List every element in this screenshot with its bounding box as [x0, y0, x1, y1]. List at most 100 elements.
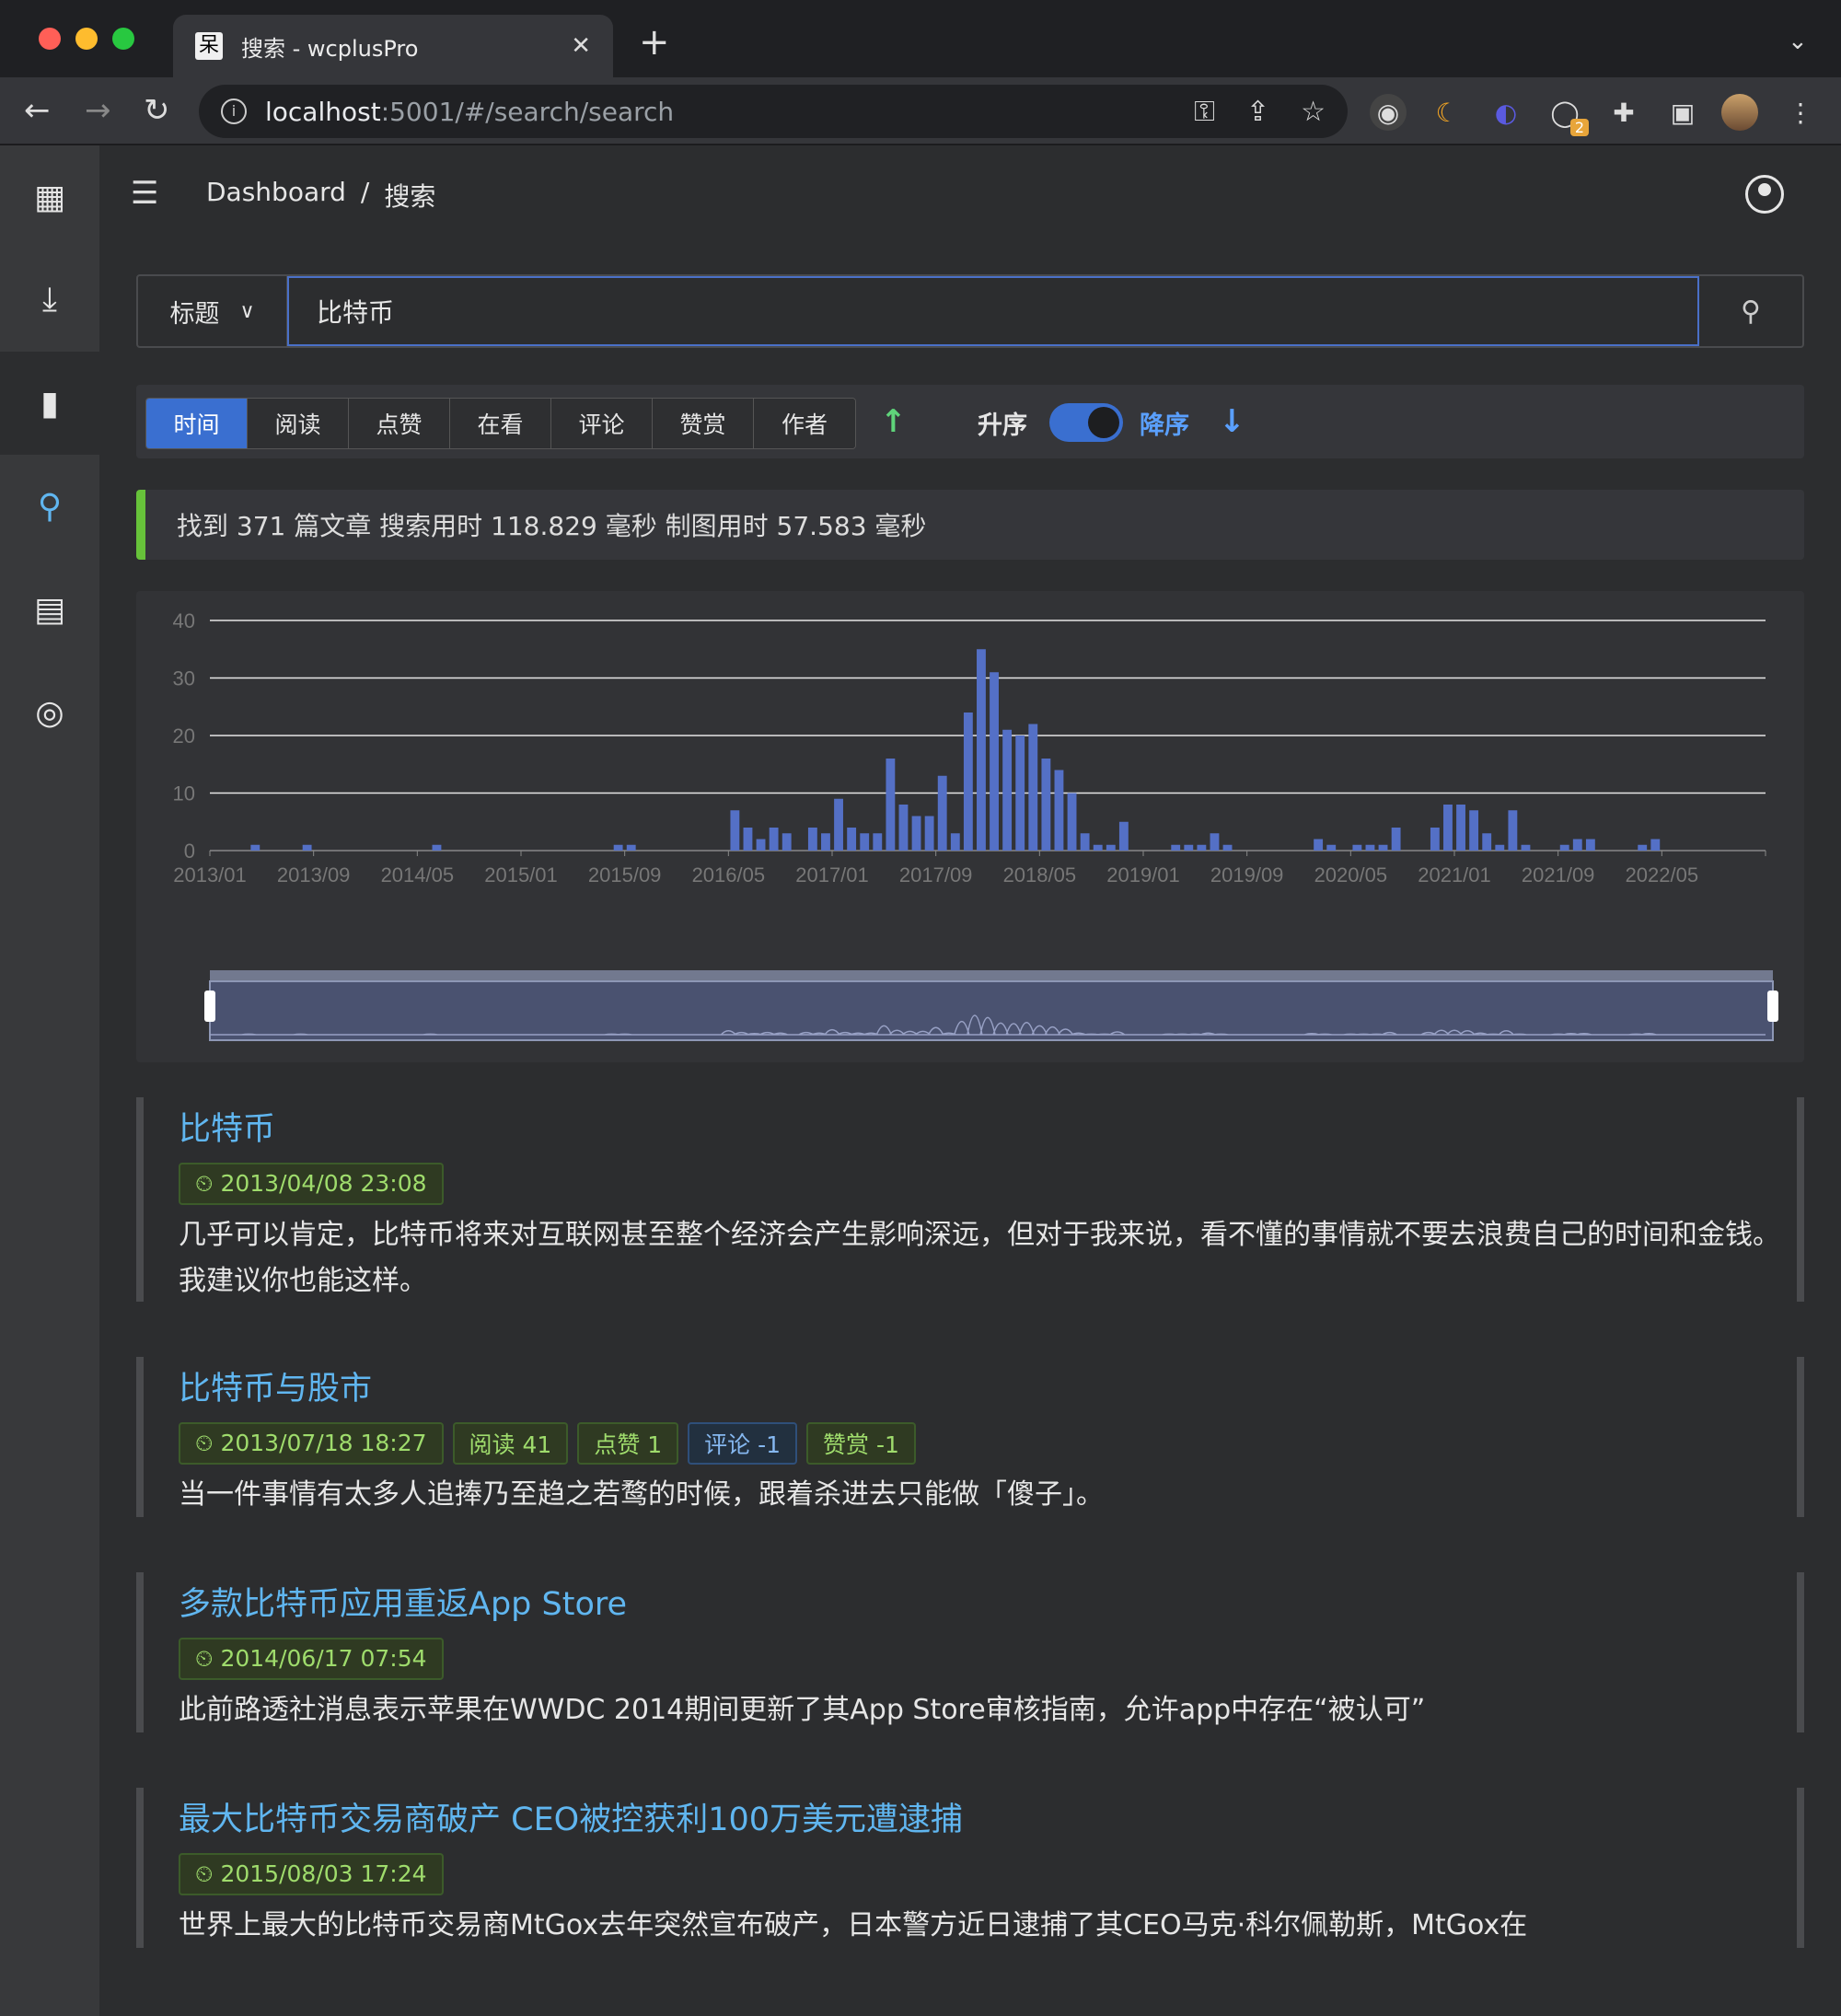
- sort-option-1[interactable]: 阅读: [248, 399, 349, 448]
- x-tick-label: 2021/09: [1522, 863, 1595, 886]
- chart-bar: [1495, 844, 1505, 851]
- menu-toggle-icon[interactable]: ☰: [131, 175, 158, 212]
- article-title[interactable]: 最大比特币交易商破产 CEO被控获利100万美元遭逮捕: [179, 1793, 1797, 1840]
- x-tick-label: 2015/09: [588, 863, 662, 886]
- stat-badge: 点赞 1: [577, 1422, 679, 1465]
- address-bar[interactable]: i localhost:5001/#/search/search ⚿ ⇪ ☆: [199, 85, 1348, 138]
- y-tick-label: 10: [173, 782, 195, 805]
- extension-spy-icon[interactable]: ◉: [1370, 94, 1407, 131]
- user-account-icon[interactable]: [1745, 175, 1784, 214]
- article-title[interactable]: 多款比特币应用重返App Store: [179, 1578, 1797, 1625]
- chart-bar: [782, 833, 792, 851]
- x-tick-label: 2019/09: [1210, 863, 1284, 886]
- url-text[interactable]: localhost:5001/#/search/search: [265, 97, 1163, 127]
- site-info-icon[interactable]: i: [221, 98, 247, 124]
- search-icon: ⚲: [37, 487, 63, 526]
- extension-badge: 2: [1569, 119, 1589, 136]
- bookmark-star-icon[interactable]: ☆: [1301, 96, 1326, 128]
- zoom-handle-left[interactable]: [204, 991, 215, 1022]
- chart-bar: [911, 816, 921, 851]
- zoom-handle-right[interactable]: [1767, 991, 1778, 1022]
- sidebar-item-search[interactable]: ⚲: [0, 455, 99, 558]
- article-tags: ⏲ 2014/06/17 07:54: [179, 1638, 1797, 1680]
- sort-order-toggle[interactable]: [1049, 403, 1123, 442]
- sidebar-item-download[interactable]: ⤓: [0, 249, 99, 352]
- breadcrumb: Dashboard / 搜索: [206, 177, 435, 214]
- chart-bar: [924, 816, 934, 851]
- chart-bar: [769, 828, 779, 851]
- sort-option-4[interactable]: 评论: [551, 399, 653, 448]
- article-card: 比特币 ⏲ 2013/04/08 23:08 几乎可以肯定，比特币将来对互联网甚至整…: [136, 1097, 1804, 1302]
- chart-bar: [756, 839, 766, 851]
- lifebuoy-icon: ◎: [35, 693, 64, 732]
- chart-bar: [898, 805, 909, 851]
- chart-bar: [1572, 839, 1582, 851]
- minimize-window-button[interactable]: [75, 28, 98, 50]
- sort-option-3[interactable]: 在看: [450, 399, 551, 448]
- x-tick-label: 2014/05: [381, 863, 455, 886]
- extension-circle-icon[interactable]: ◯ 2: [1546, 94, 1589, 136]
- chart-bar: [302, 844, 312, 851]
- article-title[interactable]: 比特币与股市: [179, 1362, 1797, 1409]
- article-card: 最大比特币交易商破产 CEO被控获利100万美元遭逮捕 ⏲ 2015/08/03 …: [136, 1788, 1804, 1948]
- sort-option-6[interactable]: 作者: [754, 399, 855, 448]
- x-tick-label: 2016/05: [692, 863, 766, 886]
- sort-option-5[interactable]: 赞赏: [653, 399, 754, 448]
- article-summary: 世界上最大的比特币交易商MtGox去年突然宣布破产，日本警方近日逮捕了其CEO马…: [179, 1909, 1528, 1941]
- chart-bar: [1365, 844, 1375, 851]
- chart-bar: [886, 759, 896, 851]
- x-tick-label: 2017/01: [795, 863, 869, 886]
- chart-bar: [1585, 839, 1595, 851]
- x-tick-label: 2018/05: [1003, 863, 1077, 886]
- chart-bar: [860, 833, 870, 851]
- sidebar-item-clipboard[interactable]: ▤: [0, 558, 99, 661]
- extensions-puzzle-icon[interactable]: ✚: [1605, 94, 1642, 131]
- article-card: 比特币与股市 ⏲ 2013/07/18 18:27 阅读 41 点赞 1 评论 -1 赞赏…: [136, 1357, 1804, 1517]
- search-button[interactable]: ⚲: [1699, 276, 1802, 346]
- tab-close-icon[interactable]: ✕: [571, 32, 591, 60]
- chart-bar: [1093, 844, 1103, 851]
- sidebar-item-dashboard[interactable]: ▦: [0, 145, 99, 249]
- profile-avatar[interactable]: [1721, 94, 1758, 131]
- chart-bar: [1326, 844, 1337, 851]
- chart-bar: [1469, 810, 1479, 851]
- browser-menu-icon[interactable]: ⋮: [1782, 94, 1819, 131]
- x-tick-label: 2015/01: [484, 863, 558, 886]
- y-tick-label: 20: [173, 724, 195, 747]
- article-tags: ⏲ 2015/08/03 17:24: [179, 1853, 1797, 1895]
- search-field-select[interactable]: 标题 ∨: [138, 276, 287, 346]
- reload-icon[interactable]: ↻: [144, 94, 170, 127]
- close-window-button[interactable]: [39, 28, 61, 50]
- sort-option-0[interactable]: 时间: [146, 399, 248, 448]
- sidebar-item-stats[interactable]: ▮: [0, 352, 99, 455]
- download-icon: ⤓: [42, 281, 57, 319]
- y-tick-label: 30: [173, 667, 195, 690]
- extension-swirl-icon[interactable]: ◐: [1488, 94, 1524, 131]
- browser-tab[interactable]: 呆 搜索 - wcplusPro ✕: [173, 15, 613, 77]
- x-tick-label: 2020/05: [1314, 863, 1388, 886]
- sort-option-2[interactable]: 点赞: [349, 399, 450, 448]
- sidebar-item-help[interactable]: ◎: [0, 661, 99, 764]
- new-tab-button[interactable]: +: [639, 24, 670, 61]
- article-title[interactable]: 比特币: [179, 1103, 1797, 1150]
- stat-badge: 评论 -1: [688, 1422, 798, 1465]
- article-tags: ⏲ 2013/07/18 18:27 阅读 41 点赞 1 评论 -1 赞赏 -1: [179, 1422, 1797, 1465]
- chart-bar: [626, 844, 636, 851]
- search-input[interactable]: 比特币: [287, 276, 1699, 346]
- zoom-window-button[interactable]: [112, 28, 134, 50]
- tab-search-chevron-icon[interactable]: ⌄: [1788, 28, 1808, 55]
- forward-arrow-icon[interactable]: →: [85, 94, 111, 127]
- back-arrow-icon[interactable]: ←: [24, 94, 51, 127]
- date-badge: ⏲ 2013/07/18 18:27: [179, 1422, 444, 1465]
- breadcrumb-dashboard[interactable]: Dashboard: [206, 177, 346, 214]
- side-panel-icon[interactable]: ▣: [1664, 94, 1701, 131]
- bar-chart-icon: ▮: [41, 384, 59, 423]
- ascending-label: 升序: [978, 411, 1027, 440]
- zoom-slider-window: [209, 980, 1774, 1041]
- key-icon[interactable]: ⚿: [1194, 96, 1215, 128]
- extension-moon-icon[interactable]: ☾: [1429, 94, 1465, 131]
- share-icon[interactable]: ⇪: [1246, 96, 1269, 128]
- chart-bar: [1080, 833, 1090, 851]
- chart-bar: [1197, 844, 1207, 851]
- browser-tabstrip: 呆 搜索 - wcplusPro ✕ + ⌄: [0, 0, 1841, 77]
